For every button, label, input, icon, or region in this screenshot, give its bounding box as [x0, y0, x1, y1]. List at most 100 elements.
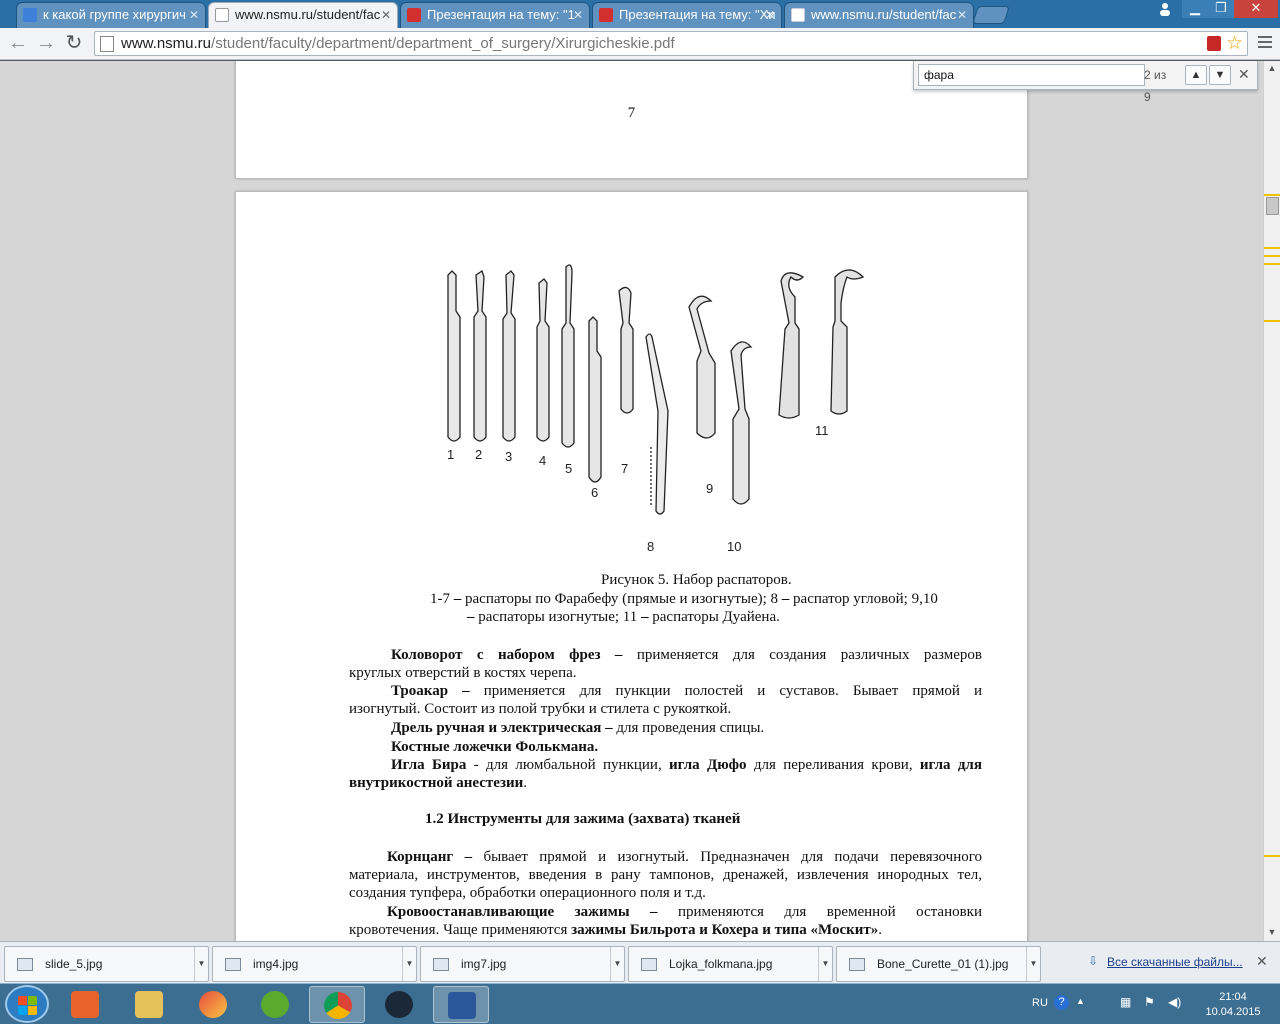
pdf-viewer[interactable]: 7 1 2 3 4 5 6 7 8 9 10 11 Рисунок 5. Наб… [0, 61, 1263, 941]
tab-presentation-2[interactable]: Презентация на тему: "Хи ✕ [592, 2, 782, 28]
show-hidden-icons-icon[interactable]: ▲ [1076, 996, 1085, 1006]
reload-button[interactable]: ↻ [62, 32, 86, 56]
tab-presentation-1[interactable]: Презентация на тему: "1 ✕ [400, 2, 590, 28]
action-center-icon[interactable]: ⚑ [1144, 995, 1155, 1009]
close-icon[interactable]: ✕ [957, 3, 967, 27]
scroll-down-arrow-icon[interactable]: ▼ [1267, 927, 1277, 937]
tab-title: Презентация на тему: "1 [427, 7, 575, 22]
paragraph-kolovorot: Коловорот с набором фрез – применяется д… [349, 647, 982, 681]
figure-label: 5 [565, 461, 572, 476]
chrome-icon [324, 992, 352, 1019]
taskbar-explorer[interactable] [121, 986, 177, 1023]
figure-caption-line: 1-7 – распаторы по Фарабефу (прямые и из… [430, 591, 938, 607]
taskbar-paint[interactable] [185, 986, 241, 1023]
section-heading: 1.2 Инструменты для зажима (захвата) тка… [425, 811, 741, 827]
find-input[interactable]: фара [918, 64, 1145, 86]
taskbar-steam[interactable] [371, 986, 427, 1023]
presentation-icon [407, 8, 421, 22]
pdf-icon[interactable] [1207, 36, 1221, 51]
clock-time: 21:04 [1219, 991, 1247, 1003]
chevron-down-icon[interactable]: ▼ [610, 947, 624, 981]
network-icon[interactable]: ▦ [1120, 995, 1131, 1009]
user-icon[interactable] [1150, 0, 1180, 18]
figure-label: 3 [505, 449, 512, 464]
show-all-downloads-link[interactable]: Все скачанные файлы... [1107, 955, 1243, 969]
chevron-down-icon[interactable]: ▼ [818, 947, 832, 981]
language-indicator[interactable]: RU [1032, 997, 1048, 1009]
utorrent-icon [261, 991, 289, 1018]
find-match-count: 2 из 9 [1144, 68, 1167, 104]
find-previous-button[interactable]: ▲ [1185, 65, 1207, 85]
help-icon[interactable]: ? [1054, 995, 1069, 1010]
chevron-down-icon[interactable]: ▼ [1026, 947, 1040, 981]
tab-active-pdf[interactable]: www.nsmu.ru/student/fac ✕ [208, 2, 398, 28]
figure-label: 4 [539, 453, 546, 468]
page-icon [100, 36, 114, 52]
clock[interactable]: 21:04 10.04.2015 [1200, 990, 1266, 1020]
find-match-marker [1264, 855, 1280, 857]
presentation-icon [599, 8, 613, 22]
restore-button[interactable]: ❐ [1208, 0, 1234, 18]
download-item[interactable]: Bone_Curette_01 (1).jpg ▼ [836, 946, 1041, 982]
figure-label: 10 [727, 539, 741, 554]
paragraph-hemostatic-clamps: Кровоостанавливающие зажимы – применяютс… [349, 904, 982, 938]
tab-title: Презентация на тему: "Хи [619, 7, 776, 22]
taskbar-word[interactable] [433, 986, 489, 1023]
taskbar-utorrent[interactable] [247, 986, 303, 1023]
menu-icon[interactable] [1258, 36, 1272, 50]
scroll-up-arrow-icon[interactable]: ▲ [1267, 63, 1277, 73]
google-icon [23, 8, 37, 22]
explorer-icon [135, 991, 163, 1018]
windows-logo-icon [18, 1006, 27, 1015]
scrollbar-thumb[interactable] [1266, 197, 1279, 215]
vertical-scrollbar[interactable]: ▲ ▼ [1263, 61, 1280, 941]
download-item[interactable]: slide_5.jpg ▼ [4, 946, 209, 982]
star-icon[interactable]: ☆ [1226, 32, 1243, 55]
close-icon[interactable]: ✕ [189, 3, 199, 27]
download-item[interactable]: img4.jpg ▼ [212, 946, 417, 982]
find-match-marker [1264, 263, 1280, 265]
new-tab-button[interactable] [972, 6, 1010, 24]
image-file-icon [849, 958, 865, 971]
minimize-button[interactable]: ▁ [1182, 0, 1208, 18]
tab-strip: к какой группе хирургич ✕ www.nsmu.ru/st… [0, 0, 1280, 28]
volume-icon[interactable]: ◀) [1168, 995, 1181, 1009]
close-icon[interactable]: ✕ [1238, 66, 1250, 83]
paragraph-volkmann-spoons: Костные ложечки Фолькмана. [391, 739, 599, 755]
taskbar-chrome[interactable] [309, 986, 365, 1023]
download-item[interactable]: Lojka_folkmana.jpg ▼ [628, 946, 833, 982]
chevron-down-icon[interactable]: ▼ [402, 947, 416, 981]
tab-title: www.nsmu.ru/student/fac [811, 7, 957, 22]
close-icon[interactable]: ✕ [381, 3, 391, 27]
download-item[interactable]: img7.jpg ▼ [420, 946, 625, 982]
figure-label: 7 [621, 461, 628, 476]
windows-logo-icon [18, 996, 27, 1005]
back-button[interactable]: ← [6, 32, 30, 56]
find-next-button[interactable]: ▼ [1209, 65, 1231, 85]
system-tray: RU ? ▲ ▦ ⚑ ◀) 21:04 10.04.2015 [1030, 984, 1280, 1024]
close-icon[interactable]: ✕ [1256, 953, 1268, 970]
start-button[interactable] [5, 985, 49, 1023]
close-icon[interactable]: ✕ [573, 3, 583, 27]
windows-logo-icon [28, 996, 37, 1005]
figure-label: 11 [815, 423, 829, 438]
close-icon[interactable]: ✕ [765, 3, 775, 27]
forward-button[interactable]: → [34, 32, 58, 56]
browser-toolbar: ← → ↻ www.nsmu.ru/student/faculty/depart… [0, 28, 1280, 60]
page-icon [791, 8, 805, 22]
taskbar-media-player[interactable] [57, 986, 113, 1023]
chevron-down-icon[interactable]: ▼ [194, 947, 208, 981]
tab-nsmu-2[interactable]: www.nsmu.ru/student/fac ✕ [784, 2, 974, 28]
address-bar[interactable]: www.nsmu.ru/student/faculty/department/d… [94, 31, 1248, 56]
close-window-button[interactable]: ✕ [1234, 0, 1278, 18]
tab-title: к какой группе хирургич [43, 7, 186, 22]
windows-taskbar: RU ? ▲ ▦ ⚑ ◀) 21:04 10.04.2015 [0, 983, 1280, 1024]
clock-date: 10.04.2015 [1205, 1006, 1261, 1018]
tab-google-search[interactable]: к какой группе хирургич ✕ [16, 2, 206, 28]
download-filename: Lojka_folkmana.jpg [669, 957, 773, 971]
url-text: www.nsmu.ru/student/faculty/department/d… [121, 35, 675, 52]
find-match-marker [1264, 255, 1280, 257]
paragraph-needles: Игла Бира - для люмбальной пункции, игла… [349, 757, 982, 791]
image-file-icon [17, 958, 33, 971]
image-file-icon [433, 958, 449, 971]
